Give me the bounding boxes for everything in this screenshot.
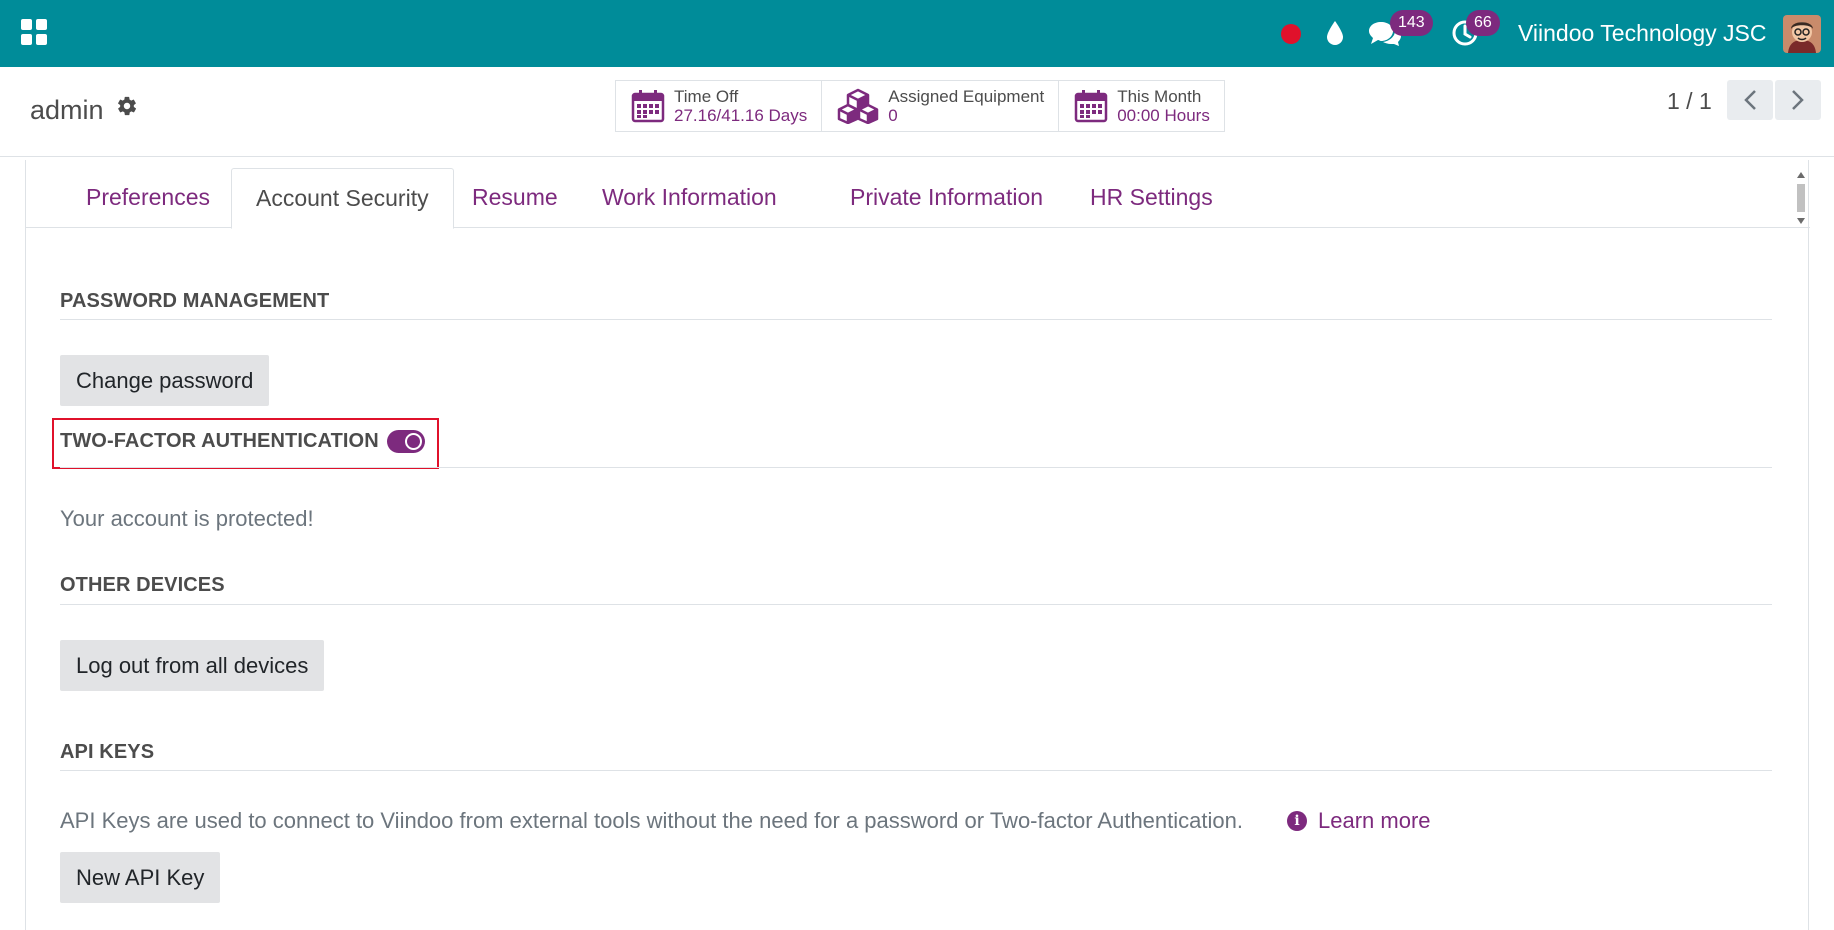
tab-private-information[interactable]: Private Information [826, 168, 1067, 228]
activity-count-badge: 66 [1466, 10, 1500, 36]
grid-icon[interactable] [21, 19, 47, 45]
calendar-icon [1074, 90, 1108, 123]
tfa-toggle[interactable] [387, 430, 425, 453]
section-title-api-keys: API KEYS [60, 741, 155, 763]
assigned-equipment-button[interactable]: Assigned Equipment 0 [822, 81, 1060, 131]
time-off-button[interactable]: Time Off 27.16/41.16 Days [616, 81, 823, 131]
scrollbar-thumb[interactable] [1797, 184, 1805, 212]
stat-label: Time Off [674, 87, 739, 106]
learn-more-link[interactable]: Learn more [1318, 808, 1431, 834]
stat-value: 0 [888, 106, 898, 125]
toggle-knob [405, 433, 422, 450]
cubes-icon [838, 88, 879, 124]
stat-value: 00:00 Hours [1117, 106, 1210, 125]
divider [60, 467, 1772, 468]
api-keys-description: API Keys are used to connect to Viindoo … [60, 808, 1243, 833]
tfa-status-text: Your account is protected! [60, 506, 314, 531]
gear-icon[interactable] [116, 95, 138, 117]
chat-count-badge: 143 [1390, 10, 1433, 36]
pager-next-button[interactable] [1775, 80, 1821, 120]
section-title-tfa: TWO-FACTOR AUTHENTICATION [60, 430, 379, 452]
logout-all-devices-button[interactable]: Log out from all devices [60, 640, 325, 691]
tab-preferences[interactable]: Preferences [62, 168, 234, 228]
change-password-button[interactable]: Change password [60, 355, 270, 406]
info-icon: i [1287, 811, 1307, 831]
section-title-devices: OTHER DEVICES [60, 574, 225, 596]
tab-account-security[interactable]: Account Security [231, 168, 454, 229]
chevron-left-icon [1744, 90, 1756, 110]
tab-hr-settings[interactable]: HR Settings [1066, 168, 1237, 228]
pager-value[interactable]: 1 / 1 [1667, 85, 1712, 117]
stat-value: 27.16/41.16 Days [674, 106, 808, 125]
page-title: admin [30, 95, 104, 125]
divider [60, 770, 1772, 771]
user-avatar-icon[interactable] [1783, 15, 1821, 53]
divider [60, 604, 1772, 605]
record-dot-icon[interactable] [1280, 23, 1302, 45]
notebook-tabs: Preferences Account Security Resume Work… [26, 168, 1810, 229]
this-month-button[interactable]: This Month 00:00 Hours [1059, 81, 1224, 131]
new-api-key-button[interactable]: New API Key [60, 852, 221, 903]
drop-icon[interactable] [1322, 18, 1348, 48]
pager-previous-button[interactable] [1727, 80, 1773, 120]
scrollbar[interactable] [1795, 170, 1807, 226]
control-panel: admin Time Off 27.16/41.16 Days Assigned… [0, 67, 1834, 157]
top-navbar: 143 66 Viindoo Technology JSC [0, 0, 1834, 67]
chevron-right-icon [1792, 90, 1804, 110]
stat-label: Assigned Equipment [888, 87, 1045, 106]
stat-label: This Month [1117, 87, 1202, 106]
calendar-icon [631, 90, 665, 123]
smart-buttons: Time Off 27.16/41.16 Days Assigned Equip… [615, 80, 1225, 132]
section-title-password: PASSWORD MANAGEMENT [60, 290, 330, 312]
tab-work-information[interactable]: Work Information [578, 168, 801, 228]
divider [60, 319, 1772, 320]
company-switcher[interactable]: Viindoo Technology JSC [1518, 19, 1767, 47]
tab-resume[interactable]: Resume [448, 168, 582, 228]
